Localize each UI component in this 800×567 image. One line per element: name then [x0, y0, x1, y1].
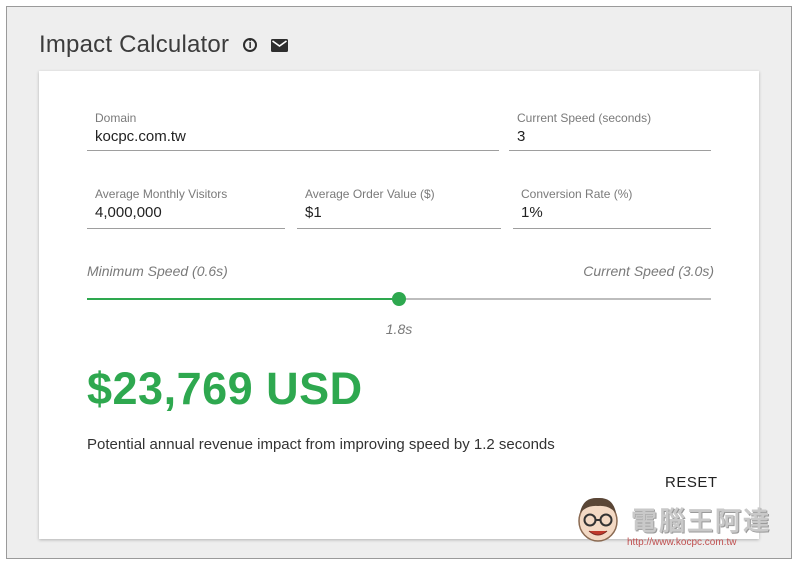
monthly-visitors-field: Average Monthly Visitors	[87, 187, 285, 229]
domain-input[interactable]	[95, 128, 466, 145]
header: Impact Calculator i	[39, 29, 289, 61]
order-value-label: Average Order Value ($)	[305, 187, 435, 201]
speed-slider[interactable]	[87, 292, 711, 306]
watermark-url: http://www.kocpc.com.tw	[627, 537, 737, 548]
app-frame: Impact Calculator i Domain Current Speed…	[6, 6, 792, 559]
reset-button[interactable]: RESET	[665, 474, 718, 491]
conversion-rate-field: Conversion Rate (%)	[513, 187, 711, 229]
domain-label: Domain	[95, 111, 137, 125]
monthly-visitors-underline	[87, 228, 285, 229]
slider-value-label: 1.8s	[385, 321, 413, 337]
current-speed-input[interactable]	[517, 128, 699, 145]
current-speed-field: Current Speed (seconds)	[509, 111, 711, 151]
order-value-underline	[297, 228, 501, 229]
watermark: 電腦王阿達 http://www.kocpc.com.tw	[575, 493, 785, 553]
mail-icon[interactable]	[271, 38, 289, 52]
monthly-visitors-label: Average Monthly Visitors	[95, 187, 228, 201]
calculator-card: Domain Current Speed (seconds) Average M…	[39, 71, 759, 539]
revenue-amount: $23,769 USD	[87, 363, 363, 414]
watermark-text: 電腦王阿達	[631, 507, 772, 537]
conversion-rate-underline	[513, 228, 711, 229]
slider-fill	[87, 298, 399, 300]
domain-field: Domain	[87, 111, 499, 151]
conversion-rate-input[interactable]	[521, 204, 700, 221]
slider-min-label: Minimum Speed (0.6s)	[87, 263, 228, 279]
monthly-visitors-input[interactable]	[95, 204, 274, 221]
slider-thumb[interactable]	[392, 292, 406, 306]
slider-max-label: Current Speed (3.0s)	[583, 263, 714, 279]
order-value-input[interactable]	[305, 204, 489, 221]
conversion-rate-label: Conversion Rate (%)	[521, 187, 633, 201]
mascot-logo-icon	[578, 497, 618, 542]
domain-underline	[87, 150, 499, 151]
page-title: Impact Calculator	[39, 31, 230, 58]
current-speed-label: Current Speed (seconds)	[517, 111, 652, 125]
current-speed-underline	[509, 150, 711, 151]
revenue-description: Potential annual revenue impact from imp…	[87, 436, 555, 453]
info-icon[interactable]: i	[243, 38, 258, 52]
order-value-field: Average Order Value ($)	[297, 187, 501, 229]
